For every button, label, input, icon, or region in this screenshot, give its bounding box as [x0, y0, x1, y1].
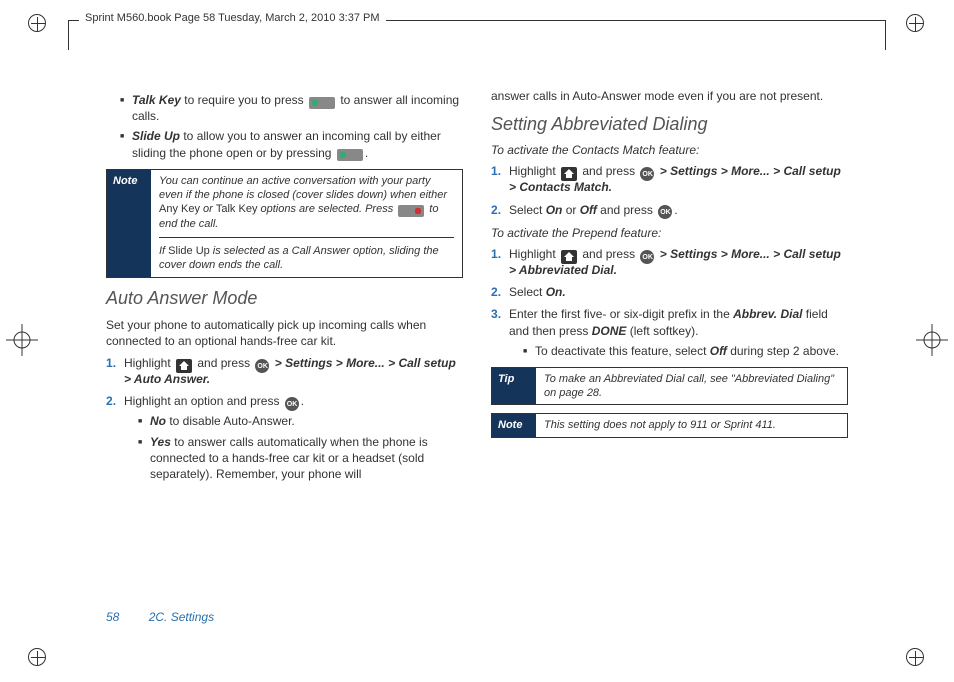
- note2-text: This setting does not apply to 911 or Sp…: [544, 418, 776, 432]
- page-content: Talk Key to require you to press to answ…: [106, 88, 848, 608]
- page-number: 58: [106, 610, 119, 624]
- bullet-slide-up: Slide Up to allow you to answer an incom…: [120, 128, 463, 160]
- tip-label: Tip: [492, 368, 536, 405]
- ok-icon: [285, 397, 299, 411]
- crop-mark-bottom-left: [18, 638, 58, 678]
- label-talk-key: Talk Key: [132, 93, 181, 107]
- note-part-1: You can continue an active conversation …: [159, 174, 454, 231]
- section-reference: 2C. Settings: [149, 610, 214, 624]
- bullet-yes: Yes to answer calls automatically when t…: [138, 434, 463, 483]
- registration-mark-left: [2, 320, 42, 360]
- page-header-text: Sprint M560.book Page 58 Tuesday, March …: [79, 12, 386, 24]
- tip-text: To make an Abbreviated Dial call, see "A…: [544, 372, 839, 401]
- end-key-icon: [398, 205, 424, 217]
- talk-key-icon: [337, 149, 363, 161]
- cm-step-2: Select On or Off and press .: [491, 202, 848, 218]
- registration-mark-right: [912, 320, 952, 360]
- bullet-talk-key: Talk Key to require you to press to answ…: [120, 92, 463, 124]
- page-header-frame: Sprint M560.book Page 58 Tuesday, March …: [68, 20, 886, 50]
- carryover-text: answer calls in Auto-Answer mode even if…: [491, 88, 848, 104]
- pp-step-2: Select On.: [491, 284, 848, 300]
- label-slide-up: Slide Up: [132, 129, 180, 143]
- note-callout: Note You can continue an active conversa…: [106, 169, 463, 278]
- crop-mark-top-right: [896, 4, 936, 44]
- ok-icon: [658, 205, 672, 219]
- auto-answer-intro: Set your phone to automatically pick up …: [106, 317, 463, 349]
- subhead-contacts-match: To activate the Contacts Match feature:: [491, 143, 848, 157]
- talk-key-icon: [309, 97, 335, 109]
- pp-step-1: Highlight and press > Settings > More...…: [491, 246, 848, 278]
- note-part-2: If Slide Up is selected as a Call Answer…: [159, 237, 454, 273]
- crop-mark-bottom-right: [896, 638, 936, 678]
- home-icon: [561, 250, 577, 264]
- auto-step-1: Highlight and press > Settings > More...…: [106, 355, 463, 387]
- pp-step-3: Enter the first five- or six-digit prefi…: [491, 306, 848, 359]
- heading-abbrev-dial: Setting Abbreviated Dialing: [491, 114, 848, 135]
- note2-label: Note: [492, 414, 536, 436]
- ok-icon: [255, 359, 269, 373]
- right-column: answer calls in Auto-Answer mode even if…: [491, 88, 848, 608]
- ok-icon: [640, 250, 654, 264]
- note-label: Note: [107, 170, 151, 277]
- tip-callout: Tip To make an Abbreviated Dial call, se…: [491, 367, 848, 406]
- home-icon: [176, 359, 192, 373]
- heading-auto-answer: Auto Answer Mode: [106, 288, 463, 309]
- home-icon: [561, 167, 577, 181]
- note2-callout: Note This setting does not apply to 911 …: [491, 413, 848, 437]
- ok-icon: [640, 167, 654, 181]
- subhead-prepend: To activate the Prepend feature:: [491, 226, 848, 240]
- bullet-no: No to disable Auto-Answer.: [138, 413, 463, 429]
- auto-step-2: Highlight an option and press . No to di…: [106, 393, 463, 482]
- page-footer: 58 2C. Settings: [106, 610, 214, 624]
- bullet-deactivate: To deactivate this feature, select Off d…: [523, 343, 848, 359]
- crop-mark-top-left: [18, 4, 58, 44]
- cm-step-1: Highlight and press > Settings > More...…: [491, 163, 848, 195]
- left-column: Talk Key to require you to press to answ…: [106, 88, 463, 608]
